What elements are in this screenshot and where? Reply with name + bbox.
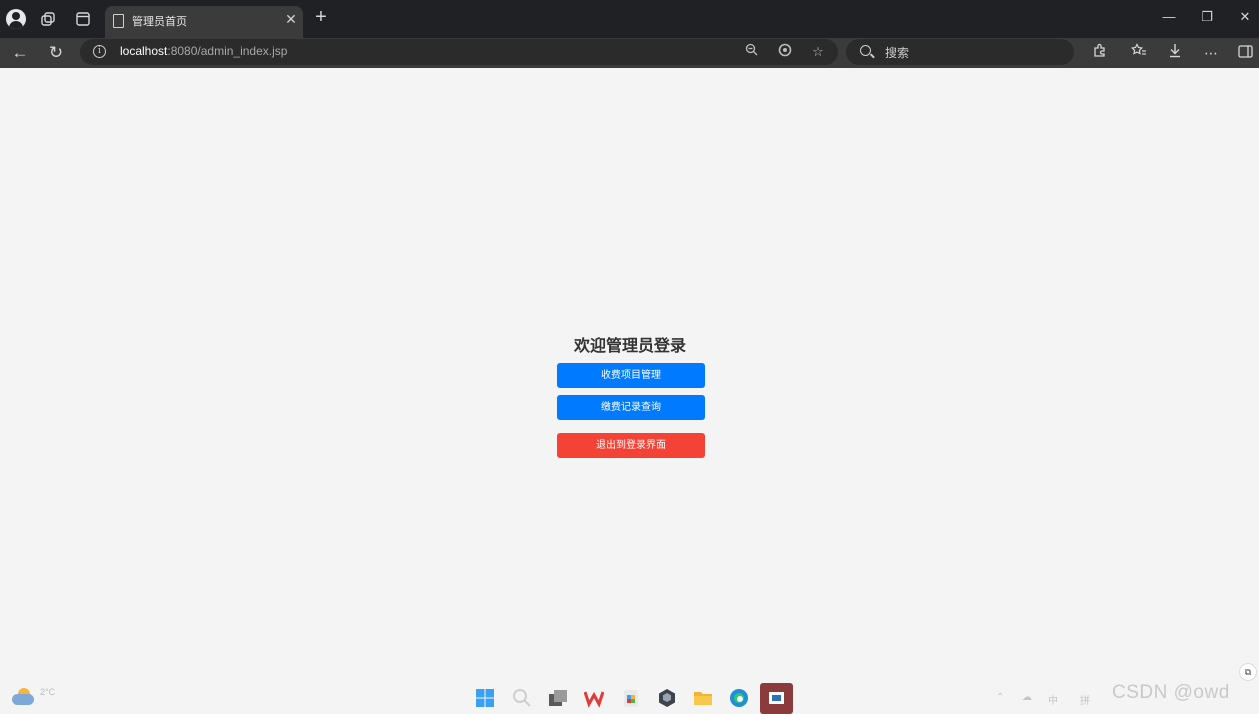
tab-title: 管理员首页 [132, 16, 187, 28]
edge-browser-icon[interactable] [729, 688, 749, 708]
search-placeholder: 搜索 [885, 46, 910, 60]
store-app-icon[interactable] [621, 688, 641, 708]
file-explorer-icon[interactable] [693, 688, 713, 708]
page-icon [113, 14, 124, 28]
page-title: 欢迎管理员登录 [573, 338, 686, 355]
refresh-button[interactable]: ↻ [44, 41, 68, 65]
zoom-out-icon[interactable] [742, 43, 760, 61]
weather-icon[interactable] [12, 688, 36, 706]
favorite-star-icon[interactable]: ☆ [809, 43, 827, 61]
browser-tab-bar: 管理员首页 ✕ + — ❐ ✕ [0, 0, 1259, 38]
weather-temperature: 2°C [40, 687, 56, 697]
tray-chevron-icon[interactable]: ⌃ [996, 692, 1004, 703]
restore-button[interactable]: ❐ [1196, 9, 1218, 29]
taskbar-search-icon[interactable] [512, 688, 532, 708]
profile-avatar-icon[interactable] [5, 8, 27, 30]
workspaces-icon[interactable] [37, 8, 59, 30]
logout-to-login-button[interactable]: 退出到登录界面 [557, 433, 705, 458]
tab-close-icon[interactable]: ✕ [283, 11, 299, 28]
address-bar[interactable]: i localhost:8080/admin_index.jsp ☆ [80, 39, 838, 65]
downloads-icon[interactable] [1163, 41, 1187, 65]
tab-actions-icon[interactable] [72, 8, 94, 30]
site-info-icon[interactable]: i [93, 45, 106, 58]
cube-app-icon[interactable] [657, 688, 677, 708]
taskbar [0, 680, 1259, 714]
search-icon [860, 45, 871, 56]
fee-items-management-button[interactable]: 收费项目管理 [557, 363, 705, 388]
minimize-button[interactable]: — [1158, 9, 1180, 29]
close-window-button[interactable]: ✕ [1234, 9, 1256, 29]
url-text[interactable]: localhost:8080/admin_index.jsp [120, 44, 287, 58]
ime-layout-indicator[interactable]: 拼 [1080, 692, 1090, 707]
payment-records-query-button[interactable]: 缴费记录查询 [557, 395, 705, 420]
wps-app-icon[interactable] [583, 688, 605, 708]
active-app-icon[interactable] [760, 683, 793, 714]
feedback-icon[interactable]: ⧉ [1239, 663, 1257, 681]
back-button[interactable]: ← [8, 41, 32, 65]
browser-toolbar: ← ↻ i localhost:8080/admin_index.jsp ☆ 搜… [0, 38, 1259, 68]
search-box[interactable]: 搜索 [846, 39, 1074, 65]
onedrive-cloud-icon[interactable]: ☁ [1022, 692, 1032, 703]
favorites-icon[interactable] [1127, 41, 1151, 65]
extensions-icon[interactable] [1087, 41, 1111, 65]
task-view-icon[interactable] [548, 688, 568, 708]
csdn-watermark: CSDN @owd [1112, 682, 1230, 703]
start-windows-icon[interactable] [475, 688, 495, 708]
read-aloud-icon[interactable] [776, 43, 794, 61]
page-content: 欢迎管理员登录 收费项目管理 缴费记录查询 退出到登录界面 [0, 68, 1259, 714]
sidebar-toggle-icon[interactable] [1233, 41, 1257, 65]
new-tab-button[interactable]: + [310, 7, 332, 29]
tab-admin-index[interactable]: 管理员首页 ✕ [105, 6, 303, 38]
url-path: :8080/admin_index.jsp [167, 44, 288, 58]
url-host: localhost [120, 44, 168, 58]
ime-indicator[interactable]: 中 [1048, 692, 1058, 707]
more-menu-icon[interactable]: ⋯ [1199, 41, 1223, 65]
